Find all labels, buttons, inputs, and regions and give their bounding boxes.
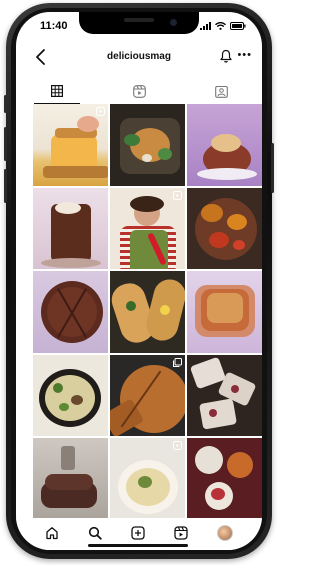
profile-header: deliciousmag •••	[16, 38, 262, 78]
power-button	[271, 143, 274, 193]
more-options-icon[interactable]: •••	[237, 49, 252, 61]
signal-icon	[200, 22, 211, 30]
tab-tagged[interactable]	[180, 78, 262, 104]
grid-icon	[51, 85, 63, 97]
grid-post[interactable]	[110, 104, 185, 186]
status-icons	[200, 22, 246, 30]
mute-switch	[4, 95, 7, 113]
grid-post[interactable]	[187, 104, 262, 186]
search-icon[interactable]	[88, 526, 102, 540]
status-time: 11:40	[40, 20, 68, 32]
grid-post[interactable]	[110, 271, 185, 353]
reels-nav-icon[interactable]	[174, 526, 188, 540]
tab-posts-grid[interactable]	[16, 78, 98, 104]
reels-icon	[132, 84, 146, 98]
tab-reels[interactable]	[98, 78, 180, 104]
profile-tabs	[16, 78, 262, 104]
home-icon[interactable]	[45, 526, 59, 540]
phone-frame: 11:40 deliciousmag •••	[4, 3, 274, 559]
volume-up-button	[4, 127, 7, 161]
notch	[79, 12, 199, 34]
grid-post[interactable]	[33, 187, 108, 270]
reel-icon	[96, 107, 105, 116]
grid-post[interactable]	[33, 438, 108, 520]
grid-post[interactable]	[33, 104, 108, 186]
posts-grid	[33, 104, 262, 520]
grid-post[interactable]	[187, 187, 262, 270]
grid-post[interactable]	[110, 438, 185, 520]
grid-post[interactable]	[187, 271, 262, 353]
tagged-icon	[214, 85, 228, 98]
battery-icon	[230, 22, 246, 30]
screen: 11:40 deliciousmag •••	[16, 12, 262, 550]
speaker	[124, 18, 154, 22]
carousel-icon	[173, 357, 182, 367]
home-indicator	[88, 544, 188, 547]
wifi-icon	[215, 22, 226, 30]
add-post-icon[interactable]	[131, 526, 145, 540]
profile-avatar[interactable]	[217, 525, 234, 541]
camera	[170, 19, 177, 26]
reel-icon	[173, 441, 182, 451]
grid-post[interactable]	[33, 271, 108, 353]
volume-down-button	[4, 169, 7, 203]
bottom-nav	[16, 518, 262, 550]
notifications-bell-icon[interactable]	[220, 49, 232, 63]
grid-post[interactable]	[187, 354, 262, 437]
grid-post[interactable]	[110, 187, 185, 270]
reel-icon	[173, 190, 182, 200]
grid-post[interactable]	[110, 354, 185, 437]
grid-post[interactable]	[33, 354, 108, 437]
grid-post[interactable]	[187, 438, 262, 520]
